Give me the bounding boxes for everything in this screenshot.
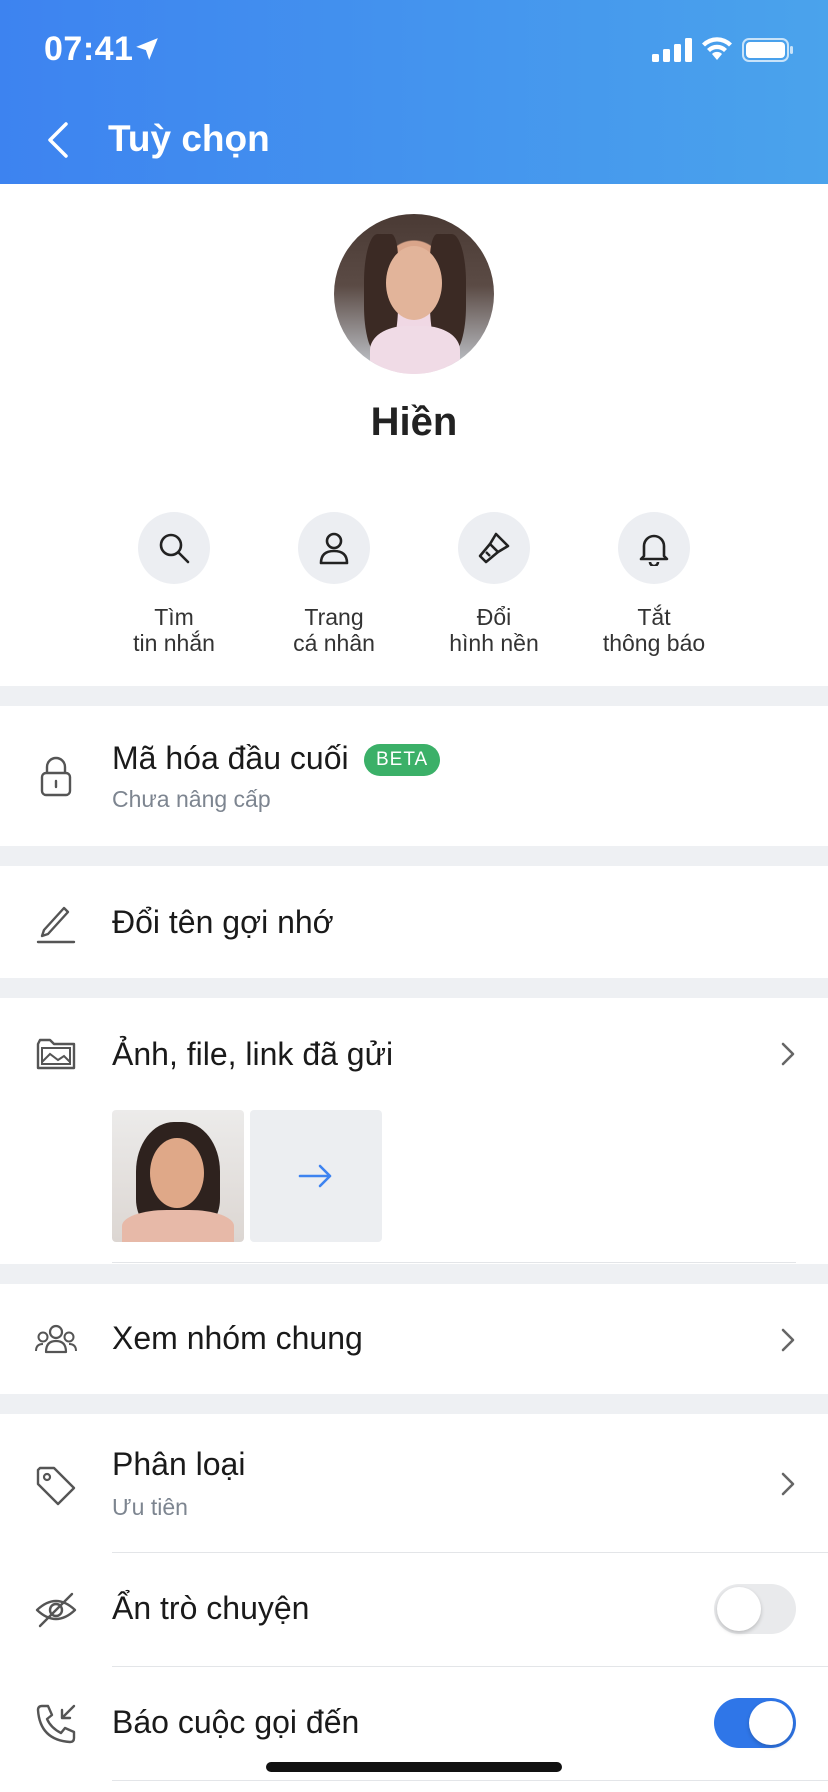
page-title: Tuỳ chọn	[108, 118, 270, 159]
bell-icon	[639, 534, 669, 566]
header-bar: 07:41 Tuỳ chọn	[0, 0, 828, 184]
arrow-right-icon	[298, 1164, 332, 1188]
eye-slash-icon	[35, 1592, 77, 1628]
quick-actions: Tìm tin nhắn Trang cá nhân Đổi hình nền	[0, 512, 828, 656]
incoming-call-toggle[interactable]	[714, 1698, 796, 1748]
action-circle	[458, 512, 530, 584]
avatar-face	[386, 246, 442, 320]
hide-chat-title: Ẩn trò chuyện	[112, 1590, 310, 1626]
section-separator	[0, 1264, 828, 1284]
action-circle	[138, 512, 210, 584]
encryption-title: Mã hóa đầu cuối	[112, 740, 349, 776]
pencil-icon	[36, 906, 76, 944]
media-thumbnail[interactable]	[112, 1110, 244, 1242]
divider	[112, 1552, 828, 1553]
action-label: Trang cá nhân	[293, 604, 375, 656]
groups-title: Xem nhóm chung	[112, 1320, 363, 1356]
status-bar: 07:41	[0, 0, 828, 100]
thumbnail-body	[122, 1210, 234, 1242]
back-chevron-icon[interactable]	[40, 118, 76, 162]
rename-title: Đổi tên gợi nhớ	[112, 904, 334, 940]
category-subtitle: Ưu tiên	[112, 1494, 188, 1520]
encryption-subtitle: Chưa nâng cấp	[112, 786, 271, 812]
search-icon	[159, 533, 190, 564]
divider	[112, 1262, 796, 1263]
group-icon	[35, 1324, 77, 1354]
action-label: Tìm tin nhắn	[133, 604, 215, 656]
media-title: Ảnh, file, link đã gửi	[112, 1036, 394, 1072]
section-separator	[0, 846, 828, 866]
profile-name: Hiền	[370, 400, 458, 444]
avatar-body	[370, 326, 460, 374]
hide-chat-toggle[interactable]	[714, 1584, 796, 1634]
avatar[interactable]	[334, 214, 494, 374]
person-icon	[319, 532, 349, 565]
home-indicator	[266, 1762, 562, 1772]
action-circle	[618, 512, 690, 584]
category-title: Phân loại	[112, 1446, 246, 1482]
incoming-call-icon	[36, 1704, 76, 1744]
view-more-media-button[interactable]	[250, 1110, 382, 1242]
lock-icon	[40, 756, 72, 797]
tag-icon	[36, 1466, 76, 1506]
toggle-knob	[749, 1701, 793, 1745]
section-separator	[0, 1394, 828, 1414]
personal-page-button[interactable]: Trang cá nhân	[254, 512, 414, 656]
beta-badge: BETA	[364, 744, 441, 776]
chevron-right-icon	[781, 1328, 795, 1352]
change-wallpaper-button[interactable]: Đổi hình nền	[414, 512, 574, 656]
location-arrow-icon	[136, 38, 158, 60]
incoming-call-title: Báo cuộc gọi đến	[112, 1704, 360, 1740]
paint-brush-icon	[478, 532, 510, 564]
battery-icon	[742, 38, 793, 62]
cellular-signal-icon	[652, 38, 692, 62]
chevron-right-icon	[781, 1042, 795, 1066]
mute-notifications-button[interactable]: Tắt thông báo	[574, 512, 734, 656]
chevron-right-icon	[781, 1472, 795, 1496]
toggle-knob	[717, 1587, 761, 1631]
divider	[112, 1666, 828, 1667]
status-time: 07:41	[44, 30, 134, 68]
action-label: Tắt thông báo	[602, 604, 706, 656]
section-separator	[0, 686, 828, 706]
photo-folder-icon	[36, 1038, 76, 1070]
search-messages-button[interactable]: Tìm tin nhắn	[94, 512, 254, 656]
divider	[112, 1780, 828, 1781]
section-separator	[0, 978, 828, 998]
action-circle	[298, 512, 370, 584]
action-label: Đổi hình nền	[449, 604, 539, 656]
thumbnail-face	[150, 1138, 204, 1208]
wifi-icon	[702, 37, 732, 60]
